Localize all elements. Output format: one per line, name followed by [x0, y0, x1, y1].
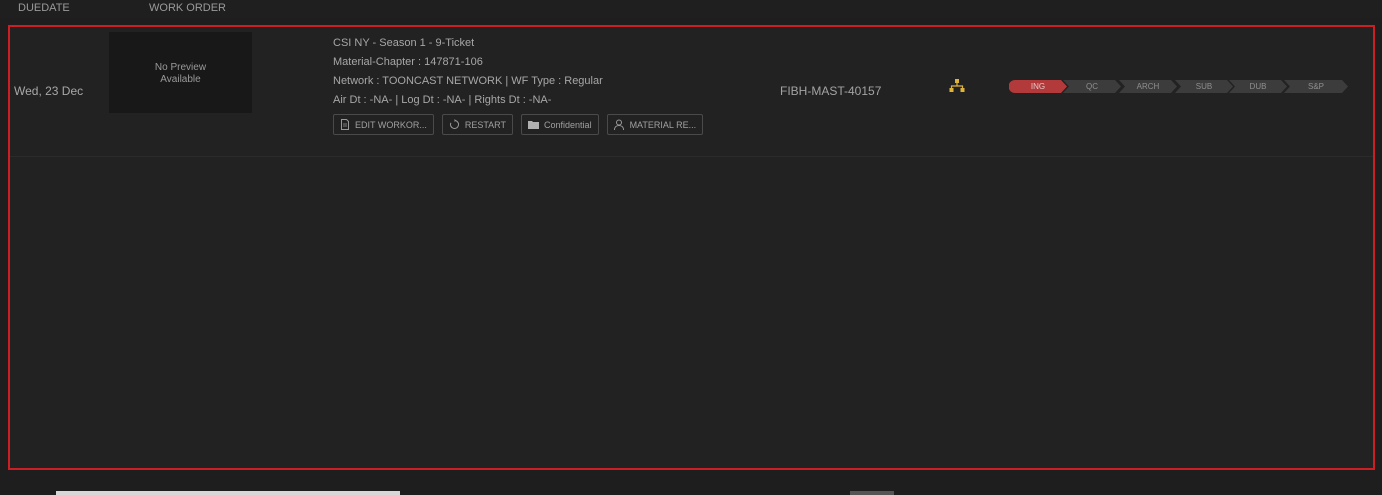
- stage-sub[interactable]: SUB: [1175, 80, 1233, 93]
- dates-info: Air Dt : -NA- | Log Dt : -NA- | Rights D…: [333, 94, 552, 106]
- work-order-details: CSI NY - Season 1 - 9-Ticket Material-Ch…: [333, 34, 603, 110]
- work-order-row[interactable]: Wed, 23 Dec No Preview Available CSI NY …: [10, 27, 1373, 157]
- work-order-title[interactable]: CSI NY - Season 1 - 9-Ticket: [333, 34, 603, 53]
- restart-icon: [449, 119, 459, 129]
- material-request-label: MATERIAL RE...: [629, 119, 697, 130]
- horizontal-scrollbar[interactable]: [56, 491, 400, 495]
- master-id: FIBH-MAST-40157: [780, 84, 882, 98]
- stage-qc[interactable]: QC: [1063, 80, 1121, 93]
- restart-button[interactable]: RESTART: [441, 114, 514, 135]
- hierarchy-icon[interactable]: [949, 79, 965, 98]
- thumbnail[interactable]: No Preview Available: [109, 32, 252, 113]
- stage-sp[interactable]: S&P: [1284, 80, 1348, 93]
- stage-arch[interactable]: ARCH: [1119, 80, 1177, 93]
- column-duedate[interactable]: DUEDATE: [18, 2, 70, 14]
- restart-label: RESTART: [464, 119, 507, 130]
- stage-ing[interactable]: ING: [1009, 80, 1067, 93]
- folder-icon: [528, 121, 540, 129]
- work-order-list: Wed, 23 Dec No Preview Available CSI NY …: [8, 25, 1375, 470]
- stage-ing-label: ING: [1030, 82, 1046, 91]
- stage-dub-label: DUB: [1249, 82, 1267, 91]
- stage-sub-label: SUB: [1195, 82, 1213, 91]
- due-date: Wed, 23 Dec: [14, 84, 84, 98]
- no-preview-text: No Preview Available: [154, 62, 207, 85]
- column-work-order[interactable]: WORK ORDER: [149, 2, 226, 14]
- stage-sp-label: S&P: [1307, 82, 1324, 91]
- bottom-control[interactable]: [850, 491, 894, 495]
- column-header: DUEDATE WORK ORDER: [0, 0, 1382, 18]
- confidential-button[interactable]: Confidential: [521, 114, 599, 135]
- edit-workorder-label: EDIT WORKOR...: [355, 119, 427, 130]
- stage-qc-label: QC: [1086, 82, 1098, 91]
- user-icon: [613, 119, 624, 130]
- stage-dub[interactable]: DUB: [1229, 80, 1287, 93]
- document-icon: [341, 119, 349, 130]
- material-chapter: Material-Chapter : 147871-106: [333, 56, 483, 68]
- stage-arch-label: ARCH: [1136, 82, 1160, 91]
- network-wf-type: Network : TOONCAST NETWORK | WF Type : R…: [333, 75, 603, 87]
- edit-workorder-button[interactable]: EDIT WORKOR...: [333, 114, 434, 135]
- material-request-button[interactable]: MATERIAL RE...: [606, 114, 704, 135]
- row-actions: EDIT WORKOR... RESTART Confidential MATE…: [333, 114, 704, 135]
- confidential-label: Confidential: [544, 119, 592, 130]
